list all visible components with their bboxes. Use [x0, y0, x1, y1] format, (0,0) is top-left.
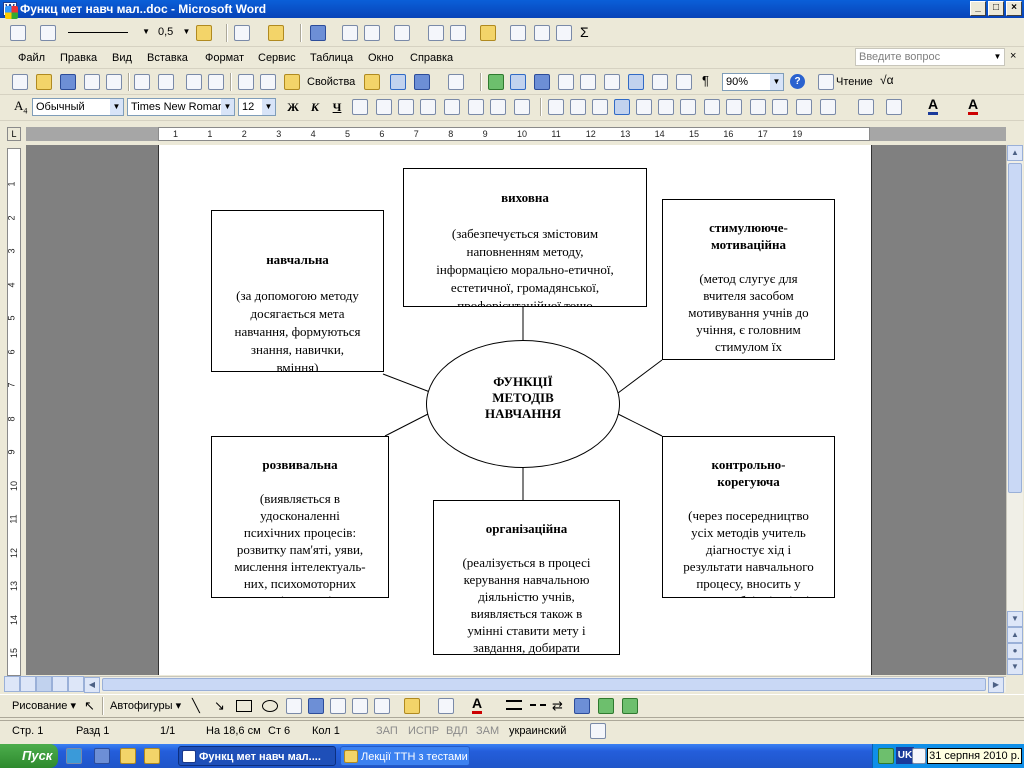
scroll-left-icon[interactable]: ◀ [84, 677, 100, 693]
view-buttons [0, 676, 84, 692]
line-style-tool-icon[interactable] [506, 700, 522, 710]
3d-style-icon[interactable] [598, 698, 614, 714]
reading-view-icon[interactable] [68, 676, 84, 692]
3d-effect-icon[interactable] [622, 698, 638, 714]
status-pages: 1/1 [160, 725, 176, 737]
diagram-center-label: ФУНКЦІЇ МЕТОДІВ НАВЧАННЯ [484, 374, 562, 421]
box-orhanizatsiina: організаційна (реалізується в процесі ке… [433, 500, 620, 655]
oval-tool-icon[interactable] [262, 700, 278, 712]
vertical-scrollbar[interactable]: ▲ ▼ ▲ ● ▼ [1006, 145, 1023, 675]
box-title: стимулююче- мотиваційна [709, 220, 788, 252]
status-page: Стр. 1 [12, 725, 44, 737]
box-body: (реалізується в процесі керування навчал… [462, 555, 591, 655]
volume-tray-icon[interactable] [912, 748, 926, 764]
fill-color-tool-icon[interactable] [404, 698, 420, 714]
drawing-menu-button[interactable]: Рисование ▾ [12, 698, 76, 714]
internet-explorer-icon[interactable] [94, 748, 110, 764]
clock-tooltip: 31 серпня 2010 р. [927, 748, 1022, 764]
scroll-right-icon[interactable]: ▶ [988, 677, 1004, 693]
horizontal-scrollbar[interactable]: ◀ ▶ [84, 676, 1006, 693]
box-navchalna: навчальна (за допомогою методу досягаєть… [211, 210, 384, 372]
select-objects-icon[interactable]: ↖ [84, 698, 95, 714]
status-overwrite[interactable]: ЗАМ [476, 723, 499, 739]
next-page-icon[interactable]: ▼ [1007, 659, 1023, 675]
diagram-tool-icon[interactable] [330, 698, 346, 714]
desktop-icon[interactable] [66, 748, 82, 764]
status-section: Разд 1 [76, 725, 110, 737]
status-column: Кол 1 [312, 725, 340, 737]
previous-page-icon[interactable]: ▲ [1007, 627, 1023, 643]
arrow-style-tool-icon[interactable]: ⇄ [552, 698, 563, 714]
media-icon[interactable] [120, 748, 136, 764]
folder-icon [344, 750, 358, 763]
windows-logo-icon [5, 6, 18, 19]
box-rozvyvalna: розвивальна (виявляється в удосконаленні… [211, 436, 389, 598]
start-button[interactable]: Пуск [0, 744, 58, 768]
box-stymuliuiuche: стимулююче- мотиваційна (метод слугує дл… [662, 199, 835, 360]
taskbar-item-word[interactable]: Функц мет навч мал.... [178, 746, 336, 766]
scroll-down-icon[interactable]: ▼ [1007, 611, 1023, 627]
taskbar-item-folder[interactable]: Лекції ТТН з тестами [340, 746, 470, 766]
spelling-status-icon[interactable] [590, 723, 606, 739]
box-body: (за допомогою методу досягається мета на… [234, 288, 361, 372]
textbox-tool-icon[interactable] [286, 698, 302, 714]
rectangle-tool-icon[interactable] [236, 700, 252, 712]
select-browse-object-icon[interactable]: ● [1007, 643, 1023, 659]
box-body: (виявляється в удосконаленні психічних п… [234, 491, 366, 597]
shadow-style-icon[interactable] [574, 698, 590, 714]
status-language[interactable]: украинский [509, 723, 566, 739]
autoshapes-menu-button[interactable]: Автофигуры ▾ [110, 698, 181, 714]
box-vykhovna: виховна (забезпечується змістовим наповн… [403, 168, 647, 307]
font-color-tool-icon[interactable]: A [472, 696, 483, 714]
box-title: організаційна [485, 521, 568, 536]
outline-view-icon[interactable] [52, 676, 68, 692]
status-position: На 18,6 см [206, 725, 261, 737]
box-body: (через посередництво усіх методів учител… [683, 508, 814, 597]
horizontal-scroll-thumb[interactable] [102, 678, 986, 691]
insert-picture-icon[interactable] [374, 698, 390, 714]
box-title: розвивальна [262, 457, 338, 472]
arrow-tool-icon[interactable]: ↘ [214, 698, 225, 714]
word-doc-icon [182, 750, 196, 763]
clipart-icon[interactable] [352, 698, 368, 714]
box-body: (метод слугує для вчителя засобом мотиву… [681, 271, 816, 359]
print-layout-icon[interactable] [36, 676, 52, 692]
status-record[interactable]: ЗАП [376, 723, 398, 739]
scroll-up-icon[interactable]: ▲ [1007, 145, 1023, 161]
wordart-icon[interactable] [308, 698, 324, 714]
line-tool-icon[interactable]: ╲ [192, 698, 200, 714]
vertical-scroll-thumb[interactable] [1008, 163, 1022, 493]
network-tray-icon[interactable] [878, 748, 894, 764]
dash-style-tool-icon[interactable] [530, 704, 546, 706]
web-view-icon[interactable] [20, 676, 36, 692]
box-body: (забезпечується змістовим наповненням ме… [436, 226, 614, 307]
normal-view-icon[interactable] [4, 676, 20, 692]
box-title: виховна [501, 190, 549, 205]
status-line: Ст 6 [268, 725, 291, 737]
box-kontrolno: контрольно- корегуюча (через посередницт… [662, 436, 835, 598]
box-title: контрольно- корегуюча [711, 457, 786, 489]
line-color-tool-icon[interactable] [438, 698, 454, 714]
launcher-icon[interactable] [144, 748, 160, 764]
box-title: навчальна [266, 252, 329, 267]
separator [102, 697, 104, 715]
status-track-changes[interactable]: ИСПР [408, 723, 439, 739]
status-extend[interactable]: ВДЛ [446, 723, 468, 739]
